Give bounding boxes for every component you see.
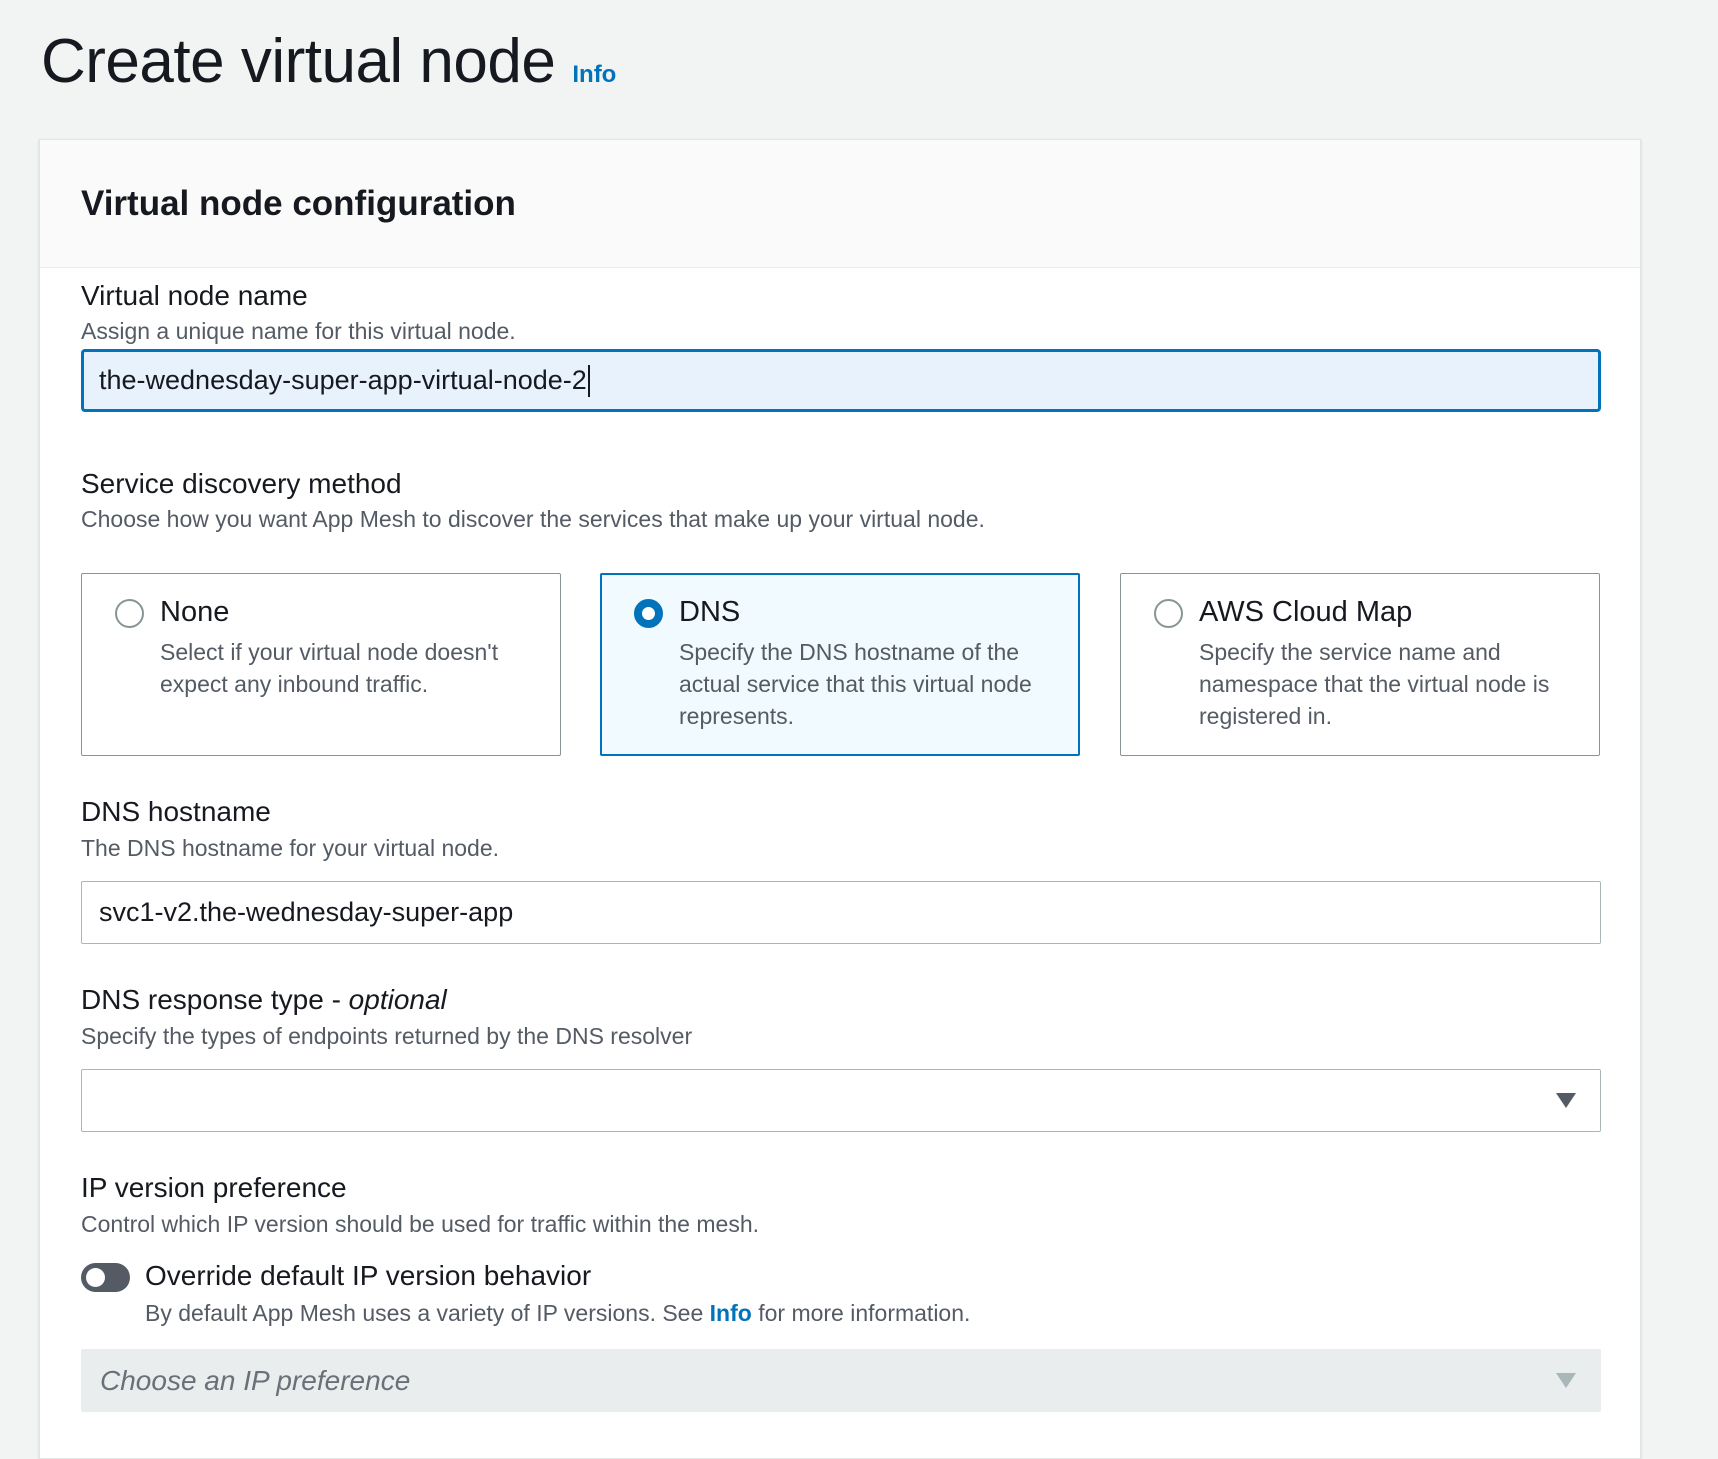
dns-hostname-description: The DNS hostname for your virtual node. — [81, 835, 500, 861]
radio-none[interactable] — [115, 599, 144, 628]
dns-response-type-label: DNS response type - optional — [81, 984, 447, 1016]
panel-title: Virtual node configuration — [81, 183, 516, 223]
discovery-option-cloud-map[interactable]: AWS Cloud Map Specify the service name a… — [1120, 573, 1600, 756]
page-title: Create virtual node — [41, 27, 556, 96]
virtual-node-name-label: Virtual node name — [81, 280, 308, 311]
toggle-desc-text-before: By default App Mesh uses a variety of IP… — [145, 1300, 710, 1326]
ip-version-label: IP version preference — [81, 1172, 347, 1203]
virtual-node-name-value: the-wednesday-super-app-virtual-node-2 — [99, 365, 587, 395]
dns-hostname-input[interactable]: svc1-v2.the-wednesday-super-app — [81, 881, 1601, 944]
discovery-option-dns-title: DNS — [679, 596, 741, 628]
radio-cloud-map[interactable] — [1154, 599, 1183, 628]
service-discovery-description: Choose how you want App Mesh to discover… — [81, 506, 985, 532]
dns-hostname-value: svc1-v2.the-wednesday-super-app — [99, 897, 514, 927]
ip-preference-placeholder: Choose an IP preference — [100, 1365, 411, 1396]
toggle-desc-text-after: for more information. — [751, 1300, 971, 1326]
virtual-node-name-description: Assign a unique name for this virtual no… — [81, 318, 516, 344]
ip-version-info-link[interactable]: Info — [710, 1300, 752, 1326]
chevron-down-icon — [1556, 1373, 1576, 1388]
override-ip-version-description: By default App Mesh uses a variety of IP… — [145, 1300, 970, 1327]
discovery-option-dns-description: Specify the DNS hostname of the actual s… — [679, 639, 1032, 729]
info-link[interactable]: Info — [572, 61, 616, 89]
virtual-node-configuration-panel: Virtual node configuration Virtual node … — [39, 139, 1641, 1459]
discovery-option-none-description: Select if your virtual node doesn't expe… — [160, 639, 499, 697]
discovery-option-none-title: None — [160, 596, 230, 628]
service-discovery-label: Service discovery method — [81, 468, 402, 499]
text-cursor — [587, 364, 590, 397]
discovery-option-none[interactable]: None Select if your virtual node doesn't… — [81, 573, 561, 756]
override-ip-version-toggle[interactable] — [81, 1263, 130, 1292]
optional-tag: optional — [348, 984, 447, 1015]
page-header: Create virtual node Info — [41, 26, 616, 97]
virtual-node-name-input[interactable]: the-wednesday-super-app-virtual-node-2 — [81, 349, 1601, 412]
panel-header: Virtual node configuration — [40, 140, 1640, 268]
dns-hostname-label: DNS hostname — [81, 796, 271, 827]
dns-response-type-description: Specify the types of endpoints returned … — [81, 1023, 693, 1049]
discovery-option-cloud-map-title: AWS Cloud Map — [1199, 596, 1413, 628]
chevron-down-icon — [1556, 1093, 1576, 1108]
dns-response-type-label-text: DNS response type - — [81, 984, 349, 1015]
discovery-option-dns[interactable]: DNS Specify the DNS hostname of the actu… — [600, 573, 1080, 756]
ip-version-description: Control which IP version should be used … — [81, 1211, 759, 1237]
radio-dns[interactable] — [634, 599, 663, 628]
dns-response-type-select[interactable] — [81, 1069, 1601, 1132]
ip-preference-select: Choose an IP preference — [81, 1349, 1601, 1412]
toggle-knob — [86, 1268, 105, 1287]
discovery-option-cloud-map-description: Specify the service name and namespace t… — [1199, 639, 1550, 729]
override-ip-version-label: Override default IP version behavior — [145, 1260, 592, 1291]
